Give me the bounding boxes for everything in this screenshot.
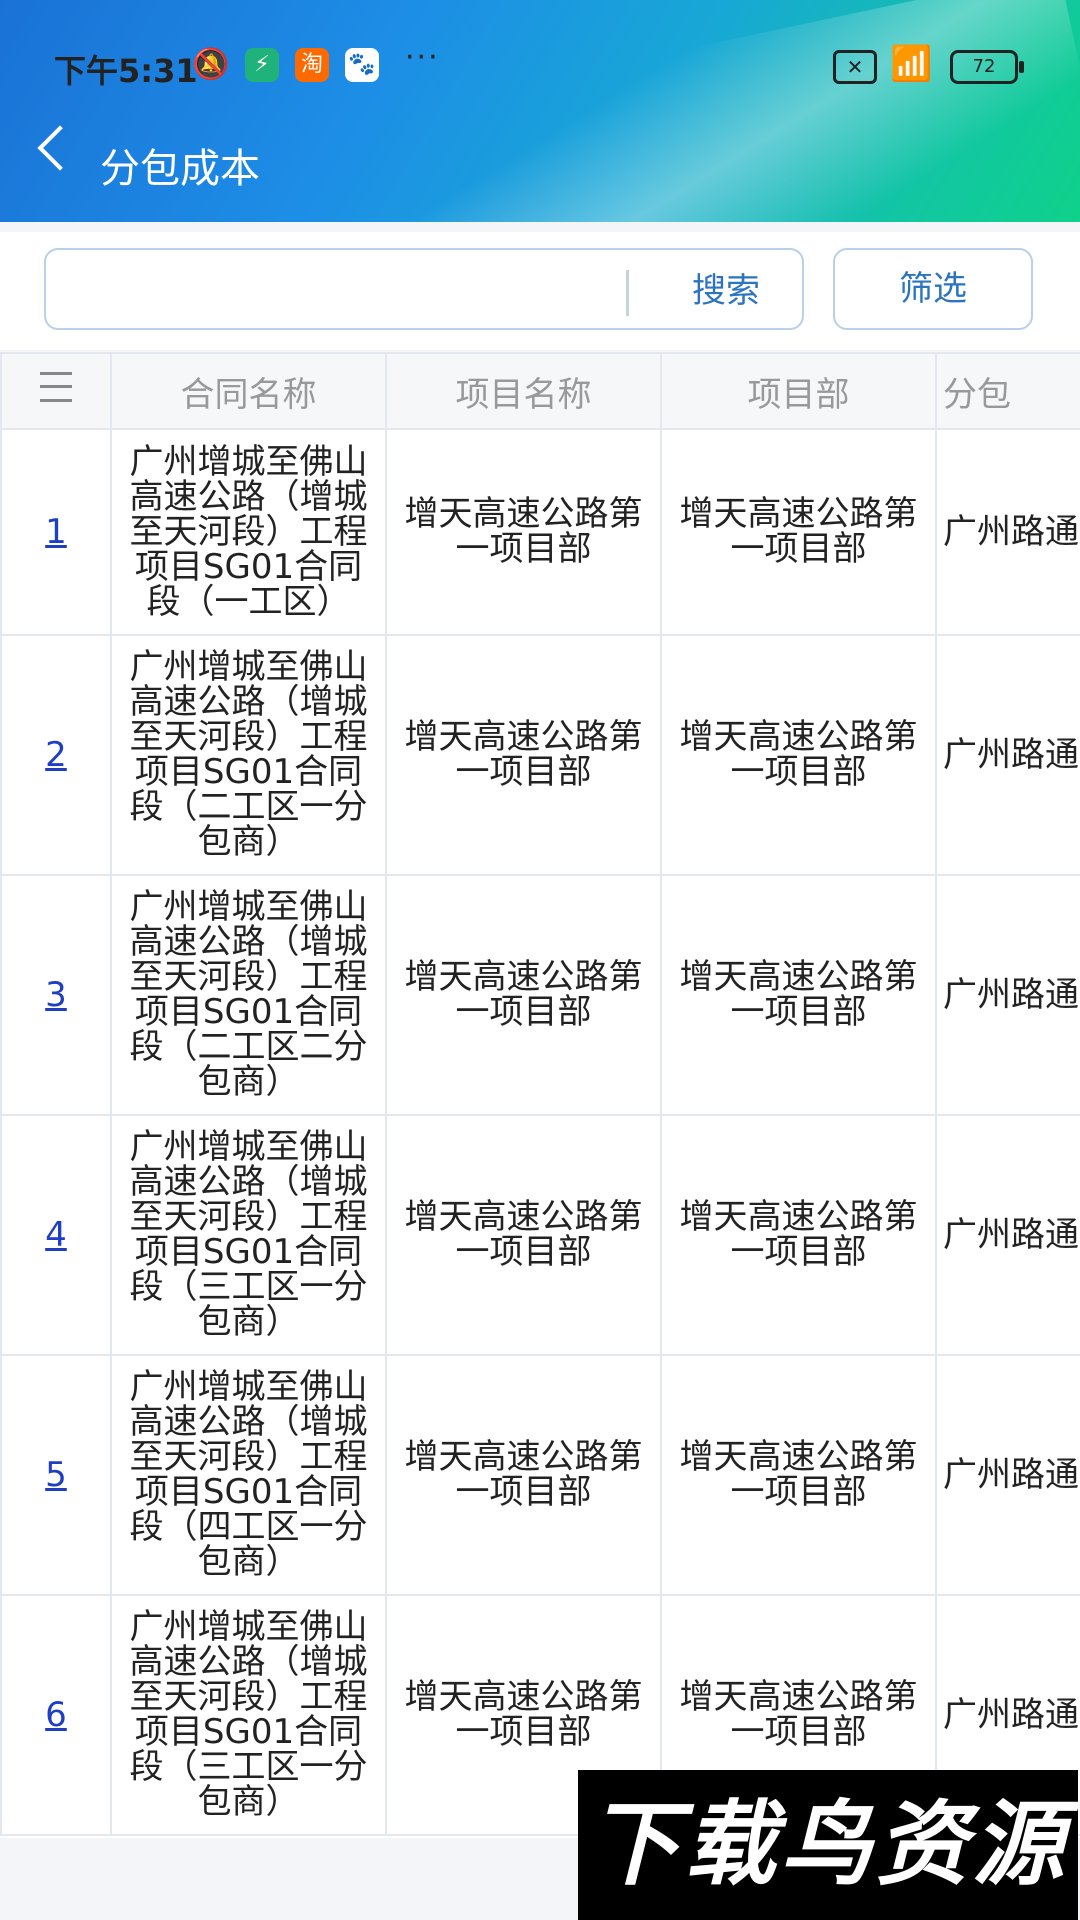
watermark-logo: 下载鸟资源 [578,1770,1078,1920]
row-index-link[interactable]: 6 [45,1695,67,1735]
status-bar: 下午5:31 🔕 ⚡ 淘 🐾 ··· ✕ 📶 72 [0,30,1080,100]
row-index-cell: 3 [0,874,112,1116]
table-row[interactable]: 1 广州增城至佛山高速公路（增城至天河段）工程项目SG01合同段（一工区） 增天… [0,428,1080,636]
column-header-dept: 项目部 [660,352,937,430]
subcontractor-cell: 广州路通程有限 [935,1354,1080,1596]
row-index-cell: 6 [0,1594,112,1836]
row-index-link[interactable]: 5 [45,1455,67,1495]
table-header-row: 合同名称 项目名称 项目部 分包 [0,352,1080,430]
column-header-subcontractor: 分包 [935,352,1080,430]
dept-cell: 增天高速公路第一项目部 [660,634,937,876]
app-header: 下午5:31 🔕 ⚡ 淘 🐾 ··· ✕ 📶 72 分包成本 [0,0,1080,222]
data-table-container[interactable]: 合同名称 项目名称 项目部 分包 1 广州增城至佛山高速公路（增城至天河段）工程… [0,352,1080,1838]
contract-cell: 广州增城至佛山高速公路（增城至天河段）工程项目SG01合同段（三工区一分包商） [110,1114,387,1356]
table-row[interactable]: 4 广州增城至佛山高速公路（增城至天河段）工程项目SG01合同段（三工区一分包商… [0,1114,1080,1356]
taobao-app-icon: 淘 [295,48,329,82]
page-title: 分包成本 [100,146,260,192]
search-box: 搜索 [44,248,804,330]
menu-icon[interactable] [40,372,72,402]
wifi-icon: 📶 [890,44,933,84]
filter-button[interactable]: 筛选 [833,248,1033,330]
row-index-cell: 1 [0,428,112,636]
bell-muted-icon: 🔕 [192,47,230,82]
row-index-cell: 2 [0,634,112,876]
dept-cell: 增天高速公路第一项目部 [660,1114,937,1356]
dept-cell: 增天高速公路第一项目部 [660,874,937,1116]
column-header-contract: 合同名称 [110,352,387,430]
subcontractor-cell: 广州路通程有限 [935,874,1080,1116]
row-index-cell: 5 [0,1354,112,1596]
search-button[interactable]: 搜索 [646,250,806,332]
contract-cell: 广州增城至佛山高速公路（增城至天河段）工程项目SG01合同段（二工区一分包商） [110,634,387,876]
subcontractor-cell: 广州路通程有限 [935,1114,1080,1356]
row-index-link[interactable]: 1 [45,512,67,552]
column-header-project: 项目名称 [385,352,662,430]
dept-cell: 增天高速公路第一项目部 [660,428,937,636]
row-index-link[interactable]: 2 [45,735,67,775]
status-time: 下午5:31 [54,52,198,90]
subcontractor-cell: 广州路通程有限 [935,634,1080,876]
data-table: 合同名称 项目名称 项目部 分包 1 广州增城至佛山高速公路（增城至天河段）工程… [0,352,1080,1836]
dept-cell: 增天高速公路第一项目部 [660,1354,937,1596]
project-cell: 增天高速公路第一项目部 [385,1114,662,1356]
search-input[interactable] [66,264,650,318]
subcontractor-cell: 广州路通程有限 [935,428,1080,636]
shield-app-icon: ⚡ [245,48,279,82]
table-row[interactable]: 3 广州增城至佛山高速公路（增城至天河段）工程项目SG01合同段（二工区二分包商… [0,874,1080,1116]
row-index-link[interactable]: 3 [45,975,67,1015]
search-divider [626,270,629,316]
battery-icon: 72 [950,50,1024,84]
project-cell: 增天高速公路第一项目部 [385,634,662,876]
no-sim-icon: ✕ [833,50,877,84]
contract-cell: 广州增城至佛山高速公路（增城至天河段）工程项目SG01合同段（一工区） [110,428,387,636]
project-cell: 增天高速公路第一项目部 [385,428,662,636]
project-cell: 增天高速公路第一项目部 [385,874,662,1116]
baidu-app-icon: 🐾 [345,48,379,82]
contract-cell: 广州增城至佛山高速公路（增城至天河段）工程项目SG01合同段（二工区二分包商） [110,874,387,1116]
contract-cell: 广州增城至佛山高速公路（增城至天河段）工程项目SG01合同段（三工区一分包商） [110,1594,387,1836]
row-index-link[interactable]: 4 [45,1215,67,1255]
table-row[interactable]: 5 广州增城至佛山高速公路（增城至天河段）工程项目SG01合同段（四工区一分包商… [0,1354,1080,1596]
column-menu-header[interactable] [0,352,112,430]
search-bar: 搜索 筛选 [0,232,1080,350]
row-index-cell: 4 [0,1114,112,1356]
project-cell: 增天高速公路第一项目部 [385,1354,662,1596]
back-arrow-icon[interactable] [37,125,83,171]
more-notifications-icon: ··· [405,40,440,75]
table-row[interactable]: 2 广州增城至佛山高速公路（增城至天河段）工程项目SG01合同段（二工区一分包商… [0,634,1080,876]
contract-cell: 广州增城至佛山高速公路（增城至天河段）工程项目SG01合同段（四工区一分包商） [110,1354,387,1596]
